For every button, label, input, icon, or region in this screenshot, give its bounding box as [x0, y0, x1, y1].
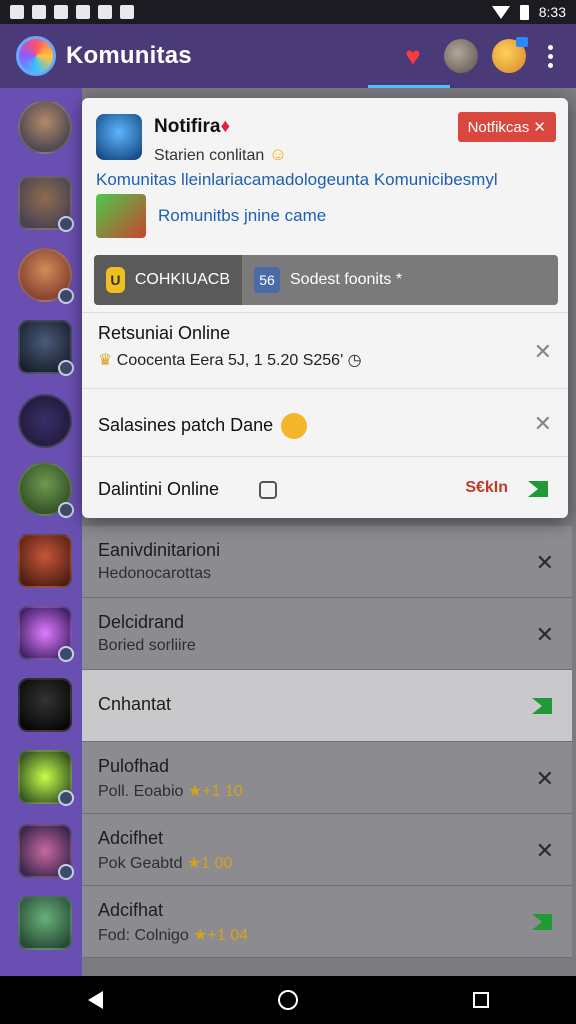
- account-avatar[interactable]: [492, 37, 528, 73]
- notification-icon: [98, 5, 112, 19]
- emoji-icon: ☺: [268, 144, 288, 164]
- list-item-title: Pulofhad: [98, 756, 170, 776]
- list-item[interactable]: Eanivdinitarioni Hedonocarottas ✕: [82, 526, 572, 598]
- community-avatar[interactable]: [18, 320, 74, 376]
- tab-connect[interactable]: U COHKIUACB: [94, 255, 242, 305]
- app-logo-icon: [16, 36, 56, 76]
- community-avatar[interactable]: [18, 534, 72, 588]
- popup-item[interactable]: Retsuniai Online ♛ Coocenta Eera 5J, 1 5…: [82, 312, 568, 388]
- list-item-subtitle: Fod: Colnigo: [98, 927, 189, 944]
- profile-avatar[interactable]: [444, 39, 478, 73]
- home-icon[interactable]: [277, 990, 298, 1010]
- community-avatar[interactable]: [18, 462, 74, 518]
- list-item-title: Delcidrand: [98, 612, 185, 632]
- close-icon[interactable]: ✕: [536, 766, 554, 792]
- list-item-subtitle: Hedonocarottas: [98, 565, 211, 582]
- game-app-icon: [96, 114, 142, 160]
- back-icon[interactable]: [87, 991, 103, 1009]
- game-name-link[interactable]: Romunitbs jnine came: [158, 206, 326, 226]
- community-link[interactable]: Komunitas lleinlariacamadologeunta Komun…: [96, 170, 498, 190]
- notification-icon: [10, 5, 24, 19]
- list-item-title: Adcifhet: [98, 828, 164, 848]
- app-bar: Komunitas ♥: [0, 24, 576, 88]
- badge-icon: [58, 864, 74, 880]
- close-icon[interactable]: ✕: [536, 622, 554, 648]
- notification-icon: [120, 5, 134, 19]
- notification-icon: [76, 5, 90, 19]
- notification-icon: [54, 5, 68, 19]
- community-avatar[interactable]: [18, 100, 72, 154]
- close-icon[interactable]: ✕: [536, 550, 554, 576]
- battery-icon: [519, 4, 529, 20]
- list-item-title: Eanivdinitarioni: [98, 540, 221, 560]
- close-icon[interactable]: ✕: [536, 838, 554, 864]
- list-item[interactable]: Pulofhad Poll. Eoabio ★+1 10 ✕: [82, 742, 572, 814]
- status-label: S€kIn: [465, 479, 508, 496]
- coin-icon: U: [106, 267, 125, 293]
- close-icon[interactable]: ✕: [534, 339, 552, 365]
- list-item-subtitle: Poll. Eoabio: [98, 783, 184, 800]
- rating: ★+1 10: [187, 783, 243, 800]
- tab-label: COHKIUACB: [134, 271, 230, 288]
- recents-icon[interactable]: [472, 992, 489, 1008]
- list-item[interactable]: Delcidrand Boried sorliire ✕: [82, 598, 572, 670]
- community-avatar[interactable]: [18, 896, 72, 950]
- social-icon: 56: [254, 267, 280, 293]
- list-item-title: Adcifhat: [98, 900, 164, 920]
- badge-icon: [58, 288, 74, 304]
- community-avatar[interactable]: [18, 678, 72, 732]
- badge-icon: [58, 646, 74, 662]
- rating: ★+1 04: [193, 927, 248, 944]
- crown-icon: ♛: [98, 352, 113, 369]
- message-icon: [259, 481, 278, 500]
- gem-icon: ♦: [220, 116, 231, 137]
- status-time: 8:33: [538, 4, 566, 20]
- timer-icon: ◷: [347, 352, 362, 369]
- popup-title: Notifira: [154, 116, 221, 137]
- game-icon: [96, 194, 146, 238]
- popup-tabs: U COHKIUACB 56 Sodest foonits *: [94, 255, 558, 305]
- tab-label: Sodest foonits *: [290, 271, 403, 288]
- system-nav-bar: [0, 976, 576, 1024]
- community-avatar[interactable]: [18, 606, 74, 662]
- tab-social[interactable]: 56 Sodest foonits *: [242, 255, 414, 305]
- wifi-icon: [491, 5, 510, 19]
- community-avatar[interactable]: [18, 248, 74, 304]
- badge-icon: [58, 502, 74, 518]
- community-sidebar: [0, 88, 82, 976]
- list-item[interactable]: Adcifhat Fod: Colnigo ★+1 04: [82, 886, 572, 958]
- badge-icon: [516, 37, 528, 47]
- popup-item[interactable]: Salasines patch Dane ✕: [82, 388, 568, 456]
- smile-emoji-icon: [281, 413, 308, 439]
- popup-item[interactable]: Dalintini Online S€kIn: [82, 456, 568, 518]
- rating: ★1 00: [186, 855, 233, 872]
- notification-icon: [32, 5, 46, 19]
- badge-icon: [58, 790, 74, 806]
- app-title: Komunitas: [66, 42, 192, 69]
- heart-icon[interactable]: ♥: [396, 39, 430, 73]
- notification-close-button[interactable]: Notfikcas ✕: [457, 112, 556, 142]
- popup-item-title: Dalintini Online: [98, 479, 220, 499]
- notification-icons: [10, 5, 134, 19]
- community-avatar[interactable]: [18, 824, 74, 880]
- close-icon[interactable]: ✕: [534, 411, 552, 437]
- popup-item-title: Salasines patch Dane: [98, 414, 274, 435]
- popup-item-subtitle: Coocenta Eera 5J, 1 5.20 S256': [116, 352, 344, 369]
- list-item-title: Cnhantat: [98, 694, 172, 714]
- notification-popup: Notifira♦ Starien conlitan ☺ Notfikcas ✕…: [82, 98, 568, 518]
- popup-item-title: Retsuniai Online: [98, 323, 231, 343]
- popup-meta: Starien conlitan: [154, 147, 265, 164]
- list-item-subtitle: Pok Geabtd: [98, 855, 183, 872]
- community-avatar[interactable]: [18, 750, 74, 806]
- more-options-icon[interactable]: [540, 44, 560, 68]
- badge-icon: [58, 360, 74, 376]
- list-item[interactable]: Cnhantat: [82, 670, 572, 742]
- badge-icon: [58, 216, 74, 232]
- list-item-subtitle: Boried sorliire: [98, 637, 196, 654]
- status-bar: 8:33: [0, 0, 576, 24]
- community-avatar[interactable]: [18, 176, 74, 232]
- community-avatar[interactable]: [18, 394, 72, 448]
- list-item[interactable]: Adcifhet Pok Geabtd ★1 00 ✕: [82, 814, 572, 886]
